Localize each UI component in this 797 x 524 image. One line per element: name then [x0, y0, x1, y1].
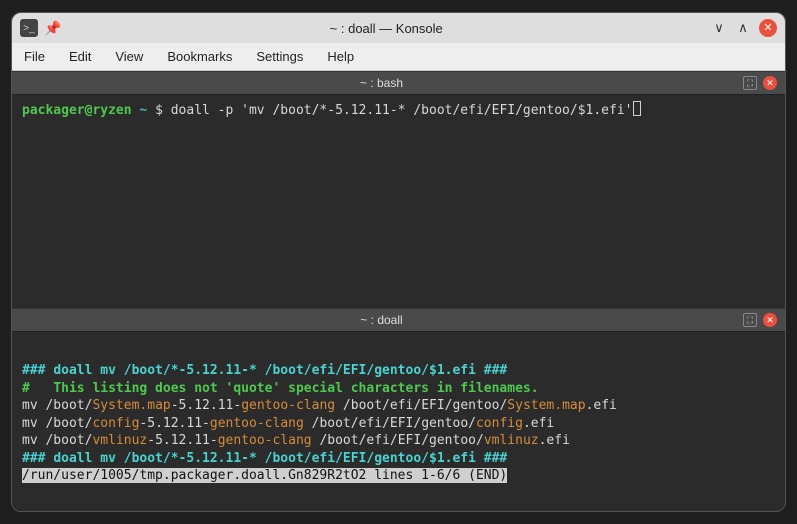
ftr-prefix: ### — [22, 451, 45, 466]
titlebar-left: >_ 📌 — [20, 19, 61, 37]
minimize-button[interactable] — [711, 20, 727, 36]
hdr-prefix: ### — [22, 363, 45, 378]
close-button[interactable]: ✕ — [759, 19, 777, 37]
maximize-button[interactable] — [735, 20, 751, 36]
menu-settings[interactable]: Settings — [256, 49, 303, 64]
terminal-bottom[interactable]: ### doall mv /boot/*-5.12.11-* /boot/efi… — [12, 332, 785, 511]
list-item: mv /boot/vmlinuz-5.12.11-gentoo-clang /b… — [22, 433, 570, 448]
prompt-user: packager@ryzen — [22, 103, 132, 118]
menubar: File Edit View Bookmarks Settings Help — [12, 43, 785, 71]
menu-file[interactable]: File — [24, 49, 45, 64]
pane-close-bottom-icon[interactable]: ✕ — [763, 313, 777, 327]
prompt-symbol: $ — [155, 103, 163, 118]
pane-maximize-bottom-icon[interactable] — [743, 313, 757, 327]
menu-edit[interactable]: Edit — [69, 49, 91, 64]
note-hash: # — [22, 381, 30, 396]
pin-icon[interactable]: 📌 — [44, 20, 61, 37]
pager-status: /run/user/1005/tmp.packager.doall.Gn829R… — [22, 468, 507, 483]
split-bottom: ~ : doall ✕ ### doall mv /boot/*-5.12.11… — [12, 308, 785, 511]
konsole-window: >_ 📌 ~ : doall — Konsole ✕ File Edit Vie… — [11, 12, 786, 512]
list-item: mv /boot/config-5.12.11-gentoo-clang /bo… — [22, 416, 554, 431]
pane-close-top-icon[interactable]: ✕ — [763, 76, 777, 90]
note-text: This listing does not 'quote' special ch… — [53, 381, 538, 396]
hdr-suffix: ### — [484, 363, 507, 378]
window-controls: ✕ — [711, 19, 777, 37]
menu-bookmarks[interactable]: Bookmarks — [167, 49, 232, 64]
cursor-icon — [633, 101, 641, 116]
prompt-path: ~ — [139, 103, 147, 118]
titlebar[interactable]: >_ 📌 ~ : doall — Konsole ✕ — [12, 13, 785, 43]
menu-view[interactable]: View — [115, 49, 143, 64]
hdr-cmd: doall mv /boot/*-5.12.11-* /boot/efi/EFI… — [53, 363, 476, 378]
window-title: ~ : doall — Konsole — [67, 21, 705, 36]
pane-header-bottom: ~ : doall ✕ — [12, 308, 785, 332]
list-item: mv /boot/System.map-5.12.11-gentoo-clang… — [22, 398, 617, 413]
terminal-top[interactable]: packager@ryzen ~ $ doall -p 'mv /boot/*-… — [12, 95, 785, 308]
ftr-suffix: ### — [484, 451, 507, 466]
pane-maximize-top-icon[interactable] — [743, 76, 757, 90]
pane-title-top: ~ : bash — [20, 76, 743, 90]
command-input: doall -p 'mv /boot/*-5.12.11-* /boot/efi… — [171, 103, 633, 118]
app-icon: >_ — [20, 19, 38, 37]
ftr-cmd: doall mv /boot/*-5.12.11-* /boot/efi/EFI… — [53, 451, 476, 466]
menu-help[interactable]: Help — [327, 49, 354, 64]
pane-header-top: ~ : bash ✕ — [12, 71, 785, 95]
pane-title-bottom: ~ : doall — [20, 313, 743, 327]
